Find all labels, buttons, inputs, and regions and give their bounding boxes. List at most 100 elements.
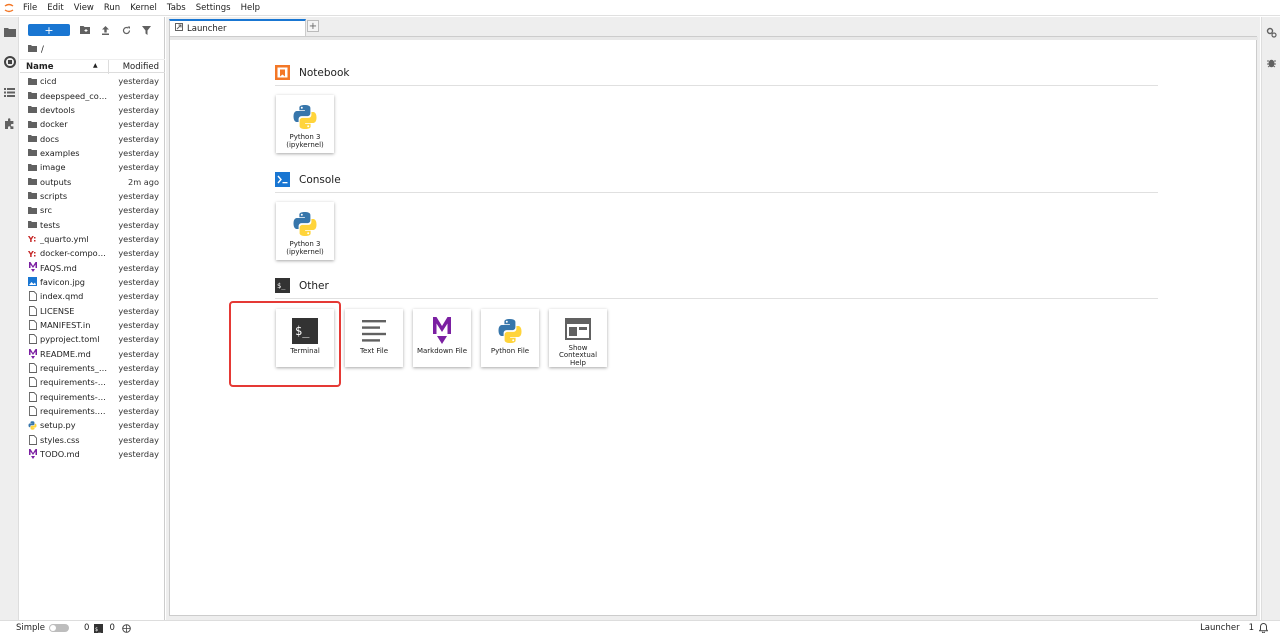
file-row-file[interactable]: LICENSE yesterday [20, 304, 165, 318]
tab-launcher[interactable]: Launcher [169, 19, 306, 36]
yaml-icon: Y [28, 248, 37, 258]
column-divider[interactable] [108, 60, 109, 74]
column-modified-header[interactable]: Modified [123, 62, 159, 72]
file-icon [28, 362, 37, 373]
simple-mode-toggle[interactable] [49, 624, 70, 632]
menu-edit[interactable]: Edit [42, 0, 68, 16]
file-row-folder[interactable]: devtools yesterday [20, 103, 165, 117]
terminal-count[interactable]: 0 [109, 623, 114, 633]
file-row-image[interactable]: favicon.jpg yesterday [20, 275, 165, 289]
file-row-file[interactable]: index.qmd yesterday [20, 289, 165, 303]
markdown-icon [428, 317, 456, 345]
markdown-icon [28, 262, 37, 273]
terminal-card[interactable]: $_ Terminal [276, 309, 334, 367]
terminal-icon: $_ [291, 317, 319, 345]
menu-kernel[interactable]: Kernel [125, 0, 162, 16]
file-list: cicd yesterday deepspeed_conf... yesterday d… [20, 74, 165, 461]
kernel-count[interactable]: 0 [84, 623, 89, 633]
debugger-bug-icon[interactable] [1266, 57, 1277, 71]
file-modified: yesterday [118, 162, 159, 173]
tab-bar: Launcher + [166, 17, 1260, 36]
file-row-folder[interactable]: docs yesterday [20, 131, 165, 145]
file-row-folder[interactable]: docker yesterday [20, 117, 165, 131]
file-name: setup.py [40, 420, 76, 431]
file-name: pyproject.toml [40, 334, 100, 345]
other-divider [275, 298, 1158, 299]
new-launcher-button[interactable]: + [28, 24, 70, 36]
folder-icon [28, 119, 37, 129]
launcher-panel: Notebook Python 3 (ipykernel) Console Py… [169, 36, 1258, 616]
file-row-file[interactable]: requirements-de... yesterday [20, 375, 165, 389]
menu-view[interactable]: View [69, 0, 99, 16]
file-browser-toolbar: + [20, 22, 165, 38]
file-row-folder[interactable]: src yesterday [20, 203, 165, 217]
file-name: requirements-te... [40, 391, 108, 402]
python-file-card[interactable]: Python File [481, 309, 539, 367]
file-row-yaml[interactable]: Ydocker-compose... yesterday [20, 246, 165, 260]
menu-tabs[interactable]: Tabs [162, 0, 191, 16]
property-inspector-icon[interactable] [1266, 27, 1277, 41]
running-kernels-icon[interactable] [3, 55, 16, 68]
file-row-markdown[interactable]: README.md yesterday [20, 347, 165, 361]
markdown-file-card[interactable]: Markdown File [413, 309, 471, 367]
file-row-folder[interactable]: scripts yesterday [20, 189, 165, 203]
file-row-markdown[interactable]: TODO.md yesterday [20, 447, 165, 461]
file-row-folder[interactable]: cicd yesterday [20, 74, 165, 88]
menu-settings[interactable]: Settings [191, 0, 236, 16]
file-row-folder[interactable]: deepspeed_conf... yesterday [20, 88, 165, 102]
file-row-file[interactable]: requirements_en... yesterday [20, 361, 165, 375]
file-name: docker-compose... [40, 248, 108, 259]
file-modified: yesterday [118, 449, 159, 460]
file-row-file[interactable]: requirements-te... yesterday [20, 390, 165, 404]
kernel-status-icon[interactable] [122, 623, 131, 633]
file-row-file[interactable]: styles.css yesterday [20, 433, 165, 447]
notebook-section-icon [275, 65, 290, 80]
file-row-folder[interactable]: image yesterday [20, 160, 165, 174]
file-row-python[interactable]: setup.py yesterday [20, 418, 165, 432]
contextual-help-icon [564, 317, 592, 342]
file-row-folder[interactable]: tests yesterday [20, 217, 165, 231]
file-row-folder[interactable]: outputs 2m ago [20, 174, 165, 188]
file-name: devtools [40, 104, 75, 115]
file-row-folder[interactable]: examples yesterday [20, 146, 165, 160]
extensions-puzzle-icon[interactable] [3, 117, 16, 130]
console-python3-card[interactable]: Python 3 (ipykernel) [276, 202, 334, 260]
svg-text:$_: $_ [95, 627, 102, 633]
file-row-file[interactable]: requirements.txt yesterday [20, 404, 165, 418]
new-folder-icon[interactable] [79, 24, 91, 36]
breadcrumb-folder-icon[interactable] [28, 45, 37, 55]
file-modified: yesterday [118, 434, 159, 445]
new-tab-button[interactable]: + [307, 20, 319, 32]
simple-mode-label: Simple [16, 623, 46, 633]
menu-help[interactable]: Help [236, 0, 265, 16]
notebook-python3-card[interactable]: Python 3 (ipykernel) [276, 95, 334, 153]
file-row-file[interactable]: pyproject.toml yesterday [20, 332, 165, 346]
card-label: Terminal [290, 347, 320, 355]
file-name: tests [40, 219, 60, 230]
file-row-markdown[interactable]: FAQS.md yesterday [20, 260, 165, 274]
notification-bell-icon[interactable] [1259, 623, 1268, 633]
upload-icon[interactable] [99, 24, 111, 36]
table-of-contents-icon[interactable] [3, 86, 16, 99]
contextual-help-card[interactable]: Show Contextual Help [549, 309, 607, 367]
text-file-card[interactable]: Text File [345, 309, 403, 367]
file-row-yaml[interactable]: Y _quarto.yml yesterday [20, 232, 165, 246]
file-name: requirements-de... [40, 377, 108, 388]
main-area: Launcher + Notebook Python 3 (ipykernel)… [166, 17, 1260, 620]
menu-run[interactable]: Run [99, 0, 125, 16]
column-name-header[interactable]: Name [26, 62, 53, 72]
file-modified: yesterday [118, 363, 159, 374]
menu-file[interactable]: File [18, 0, 42, 16]
filter-icon[interactable] [140, 24, 152, 36]
file-row-file[interactable]: MANIFEST.in yesterday [20, 318, 165, 332]
file-name: _quarto.yml [40, 233, 89, 244]
refresh-icon[interactable] [120, 24, 132, 36]
file-name: index.qmd [40, 291, 84, 302]
breadcrumb-root[interactable]: / [41, 45, 44, 55]
file-name: favicon.jpg [40, 276, 85, 287]
file-icon [28, 391, 37, 402]
file-modified: yesterday [118, 205, 159, 216]
folder-icon[interactable] [3, 25, 16, 38]
file-modified: yesterday [118, 219, 159, 230]
other-section-header: $_ Other [275, 278, 329, 293]
